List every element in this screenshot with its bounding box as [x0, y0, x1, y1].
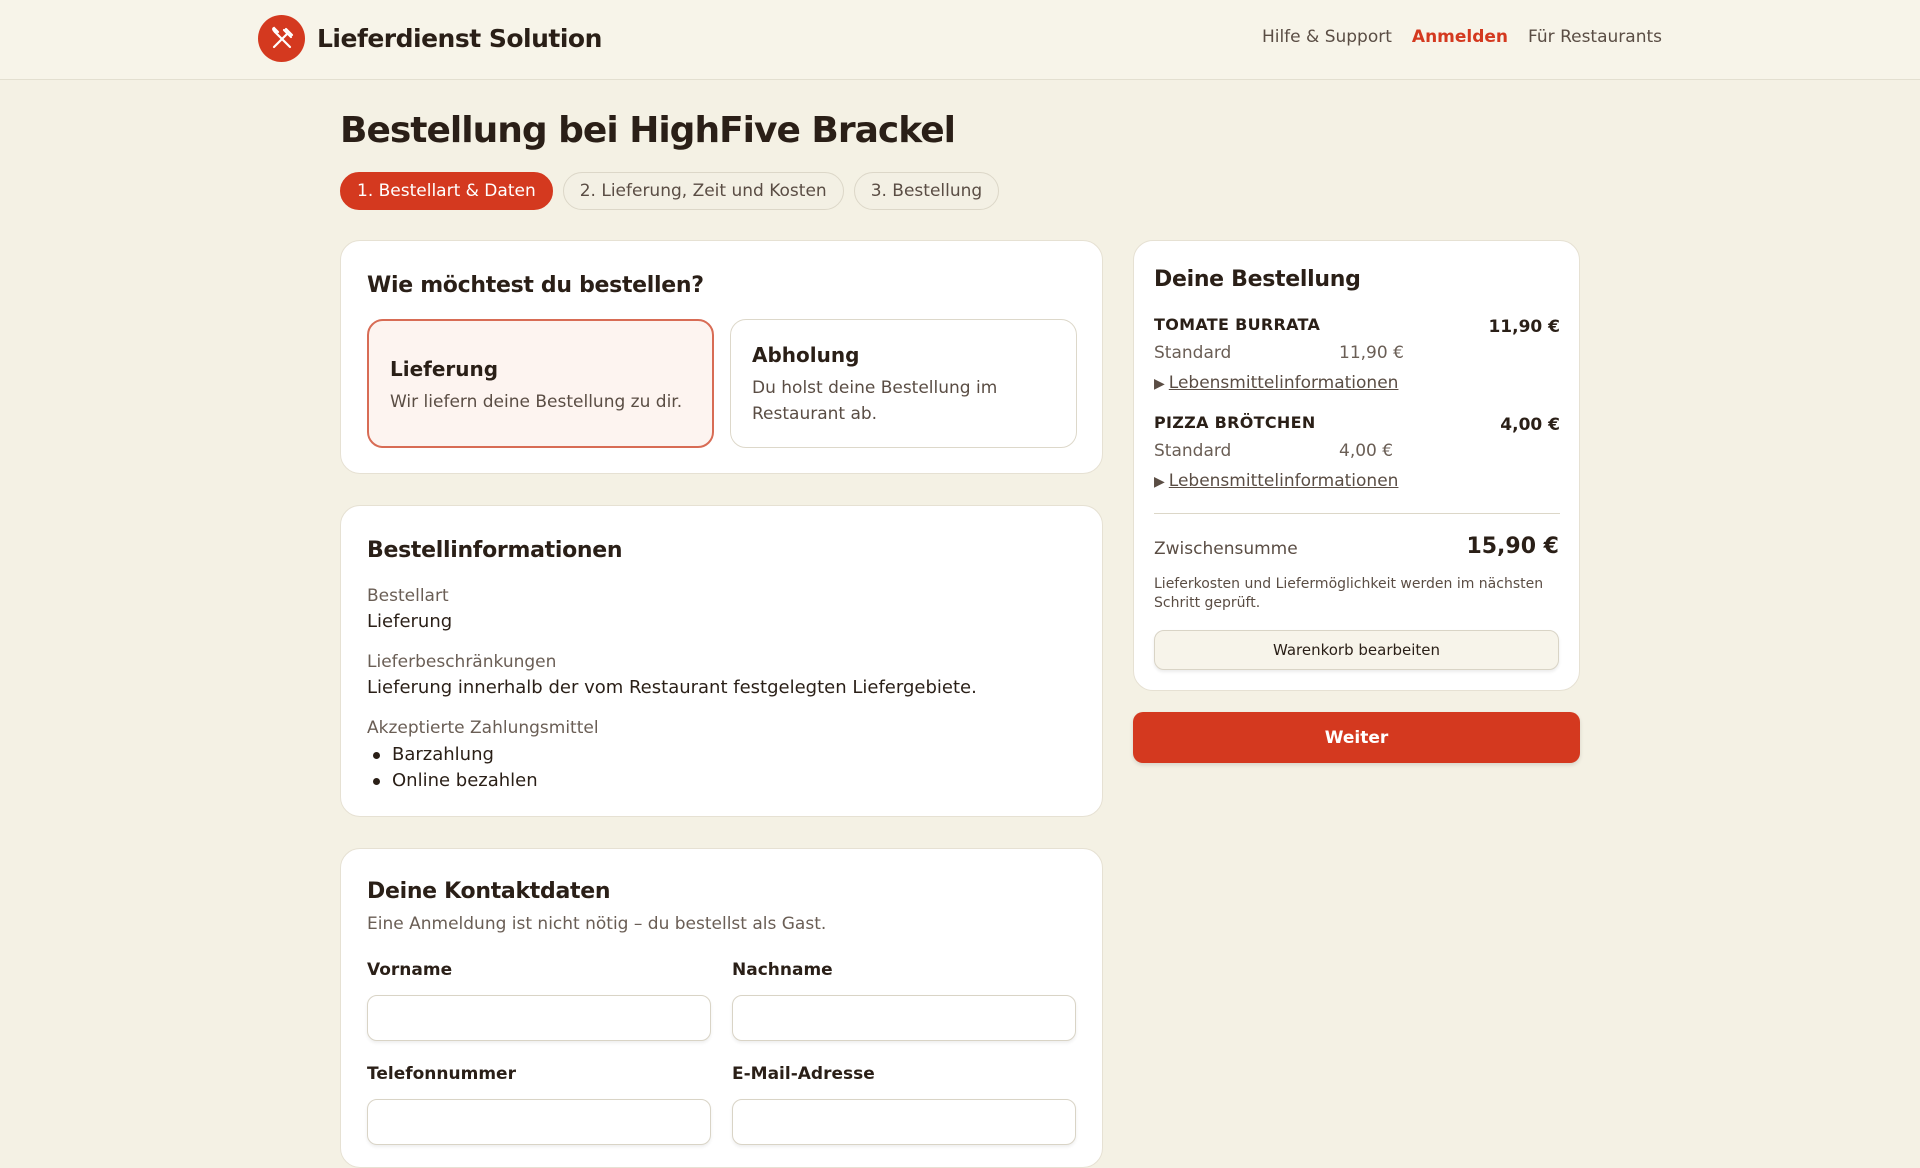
contact-subtitle: Eine Anmeldung ist nicht nötig – du best… — [367, 914, 827, 934]
cart-item: PIZZA BRÖTCHEN 4,00 € Standard 4,00 € ▶ L… — [1154, 413, 1560, 491]
option-delivery-description: Wir liefern deine Bestellung zu dir. — [390, 392, 683, 412]
option-delivery-title: Lieferung — [390, 357, 499, 381]
step-indicator: 1. Bestellart & Daten 2. Lieferung, Zeit… — [340, 172, 1000, 210]
nav-login[interactable]: Anmelden — [1412, 27, 1508, 47]
restrictions-value: Lieferung innerhalb der vom Restaurant f… — [367, 677, 977, 698]
nav-help-support[interactable]: Hilfe & Support — [1262, 27, 1392, 47]
info-payment: Akzeptierte Zahlungsmittel Barzahlung On… — [367, 718, 599, 794]
email-input[interactable] — [732, 1099, 1076, 1145]
payment-method-item: Barzahlung — [367, 742, 599, 768]
food-info-link[interactable]: Lebensmittelinformationen — [1169, 373, 1399, 393]
brand[interactable]: Lieferdienst Solution — [258, 15, 602, 62]
delivery-cost-note: Lieferkosten und Liefermöglichkeit werde… — [1154, 576, 1544, 611]
first-name-label: Vorname — [367, 960, 453, 980]
subtotal-label: Zwischensumme — [1154, 539, 1298, 559]
item-name: TOMATE BURRATA — [1154, 315, 1321, 334]
item-variant-price: 11,90 € — [1339, 343, 1404, 363]
option-pickup-description: Du holst deine Bestellung im Restaurant … — [752, 378, 998, 424]
step-3[interactable]: 3. Bestellung — [853, 172, 1000, 210]
item-info-toggle[interactable]: ▶ Lebensmittelinformationen — [1154, 471, 1398, 491]
item-variant: Standard — [1154, 343, 1232, 363]
item-info-toggle[interactable]: ▶ Lebensmittelinformationen — [1154, 373, 1398, 393]
item-variant: Standard — [1154, 441, 1232, 461]
page-title: Bestellung bei HighFive Brackel — [340, 110, 956, 151]
option-pickup-title: Abholung — [752, 343, 860, 367]
info-restrictions: Lieferbeschränkungen Lieferung innerhalb… — [367, 652, 977, 698]
last-name-label: Nachname — [732, 960, 833, 980]
item-name: PIZZA BRÖTCHEN — [1154, 413, 1316, 432]
option-pickup[interactable]: Abholung Du holst deine Bestellung im Re… — [730, 319, 1077, 448]
order-summary-card: Deine Bestellung TOMATE BURRATA 11,90 € … — [1133, 240, 1580, 691]
summary-heading: Deine Bestellung — [1154, 267, 1361, 292]
order-type-heading: Wie möchtest du bestellen? — [367, 273, 704, 298]
triangle-right-icon: ▶ — [1154, 474, 1165, 490]
cart-item: TOMATE BURRATA 11,90 € Standard 11,90 € … — [1154, 315, 1560, 393]
order-type-label: Bestellart — [367, 586, 449, 606]
payment-method-item: Online bezahlen — [367, 768, 599, 794]
summary-divider — [1154, 513, 1560, 514]
next-button[interactable]: Weiter — [1133, 712, 1580, 763]
item-price: 4,00 € — [1500, 415, 1560, 435]
fork-knife-icon — [258, 15, 305, 62]
nav-for-restaurants[interactable]: Für Restaurants — [1528, 27, 1662, 47]
option-delivery[interactable]: Lieferung Wir liefern deine Bestellung z… — [367, 319, 714, 448]
top-bar: Lieferdienst Solution Hilfe & Support An… — [0, 0, 1920, 80]
phone-label: Telefonnummer — [367, 1064, 516, 1084]
payment-methods-list: Barzahlung Online bezahlen — [367, 742, 599, 794]
info-order-type: Bestellart Lieferung — [367, 586, 452, 632]
order-type-card: Wie möchtest du bestellen? Lieferung Wir… — [340, 240, 1103, 474]
order-type-value: Lieferung — [367, 611, 453, 632]
step-2[interactable]: 2. Lieferung, Zeit und Kosten — [562, 172, 844, 210]
edit-cart-button[interactable]: Warenkorb bearbeiten — [1154, 630, 1559, 670]
payment-label: Akzeptierte Zahlungsmittel — [367, 718, 599, 738]
top-nav: Hilfe & Support Anmelden Für Restaurants — [1262, 27, 1662, 47]
subtotal-value: 15,90 € — [1466, 534, 1559, 559]
phone-input[interactable] — [367, 1099, 711, 1145]
brand-name: Lieferdienst Solution — [317, 24, 602, 53]
order-info-card: Bestellinformationen Bestellart Lieferun… — [340, 505, 1103, 817]
first-name-input[interactable] — [367, 995, 711, 1041]
item-price: 11,90 € — [1488, 317, 1560, 337]
contact-card: Deine Kontaktdaten Eine Anmeldung ist ni… — [340, 848, 1103, 1168]
item-variant-price: 4,00 € — [1339, 441, 1394, 461]
email-label: E-Mail-Adresse — [732, 1064, 875, 1084]
food-info-link[interactable]: Lebensmittelinformationen — [1169, 471, 1399, 491]
order-info-heading: Bestellinformationen — [367, 538, 623, 563]
contact-heading: Deine Kontaktdaten — [367, 879, 611, 904]
triangle-right-icon: ▶ — [1154, 376, 1165, 392]
restrictions-label: Lieferbeschränkungen — [367, 652, 557, 672]
step-1[interactable]: 1. Bestellart & Daten — [340, 172, 553, 210]
last-name-input[interactable] — [732, 995, 1076, 1041]
